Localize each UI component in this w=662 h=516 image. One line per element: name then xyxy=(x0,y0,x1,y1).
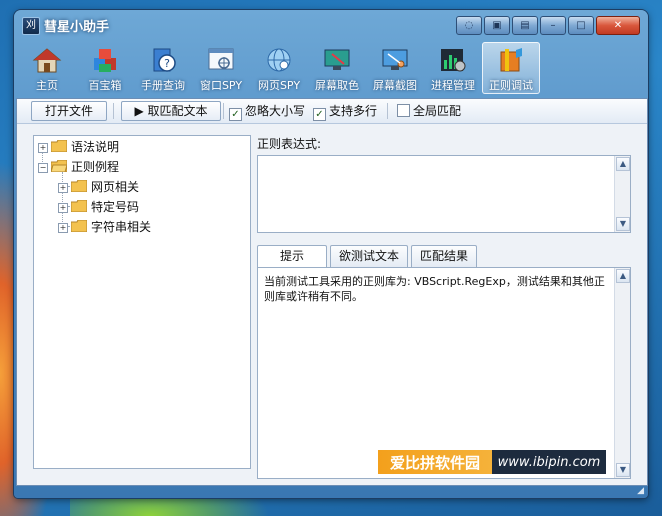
tree-node-label: 语法说明 xyxy=(71,140,120,154)
toolbar: 打开文件 ▶ 取匹配文本 ✓ 忽略大小写 ✓ 支持多行 全局匹配 xyxy=(17,99,647,124)
multiline-label: 支持多行 xyxy=(329,104,378,118)
window-controls: ◌ ▣ ▤ – □ ✕ xyxy=(454,16,640,35)
tree-node[interactable]: + 字符串相关 xyxy=(58,218,151,236)
home-icon xyxy=(32,48,62,73)
regex-scrollbar[interactable]: ▲ ▼ xyxy=(614,156,630,232)
tree-node[interactable]: + 网页相关 xyxy=(58,178,139,196)
folder-open-icon xyxy=(51,160,67,172)
maximize-icon[interactable]: □ xyxy=(568,16,594,35)
window-title: 彗星小助手 xyxy=(44,20,110,35)
tab-tips[interactable]: 提示 xyxy=(257,245,327,268)
tree-node-label: 字符串相关 xyxy=(91,220,152,234)
tab-match-result[interactable]: 匹配结果 xyxy=(411,245,478,267)
resize-grip-icon[interactable]: ◢ xyxy=(637,486,644,496)
title-bar[interactable]: 刈 彗星小助手 ◌ ▣ ▤ – □ ✕ xyxy=(14,10,648,40)
nav-item-home[interactable]: 主页 xyxy=(18,42,76,94)
tree-node-label: 正则例程 xyxy=(71,160,120,174)
process-icon xyxy=(441,49,466,72)
toolbar-separator xyxy=(387,103,388,119)
scroll-down-icon[interactable]: ▼ xyxy=(616,217,630,231)
tree-node-label: 网页相关 xyxy=(91,180,140,194)
tips-panel: 当前测试工具采用的正则库为: VBScript.RegExp，测试结果和其他正则… xyxy=(257,267,631,479)
nav-label-window-spy: 窗口SPY xyxy=(199,79,243,92)
collapse-icon[interactable]: − xyxy=(38,163,48,173)
nav-item-toolbox[interactable]: 百宝箱 xyxy=(76,42,134,94)
tree-node-label: 特定号码 xyxy=(91,200,140,214)
global-match-label: 全局匹配 xyxy=(413,104,462,118)
multiline-checkbox[interactable]: ✓ 支持多行 xyxy=(313,103,378,121)
nav-item-manual[interactable]: ? 手册查询 xyxy=(134,42,192,94)
client-area: 打开文件 ▶ 取匹配文本 ✓忽略大小写 ✓支持多行 全局匹配 +语法说明 xyxy=(16,98,648,486)
tips-scrollbar[interactable]: ▲ ▼ xyxy=(614,268,630,478)
main-nav: 主页 百宝箱 ? 手册查询 窗口SPY 网页SPY 屏幕取色 屏幕截图 进程管理… xyxy=(18,42,644,94)
manual-icon: ? xyxy=(153,48,176,72)
checkbox-box: ✓ xyxy=(229,108,242,121)
expand-icon[interactable]: + xyxy=(58,203,68,213)
nav-label-screenshot: 屏幕截图 xyxy=(373,79,417,92)
global-match-checkbox[interactable]: 全局匹配 xyxy=(397,103,461,119)
watermark-url: www.ibipin.com xyxy=(497,454,601,470)
menu-icon[interactable]: ▤ xyxy=(512,16,538,35)
nav-item-color-picker[interactable]: 屏幕取色 xyxy=(308,42,366,94)
nav-item-web-spy[interactable]: 网页SPY xyxy=(250,42,308,94)
window-spy-icon xyxy=(208,48,234,70)
close-icon[interactable]: ✕ xyxy=(596,16,640,35)
scroll-up-icon[interactable]: ▲ xyxy=(616,269,630,283)
regex-input[interactable]: ▲ ▼ xyxy=(257,155,631,233)
nav-item-regex[interactable]: 正则调试 xyxy=(482,42,540,94)
expand-icon[interactable]: + xyxy=(58,223,68,233)
tip-text: 当前测试工具采用的正则库为: VBScript.RegExp，测试结果和其他正则… xyxy=(264,275,605,303)
expand-icon[interactable]: + xyxy=(38,143,48,153)
main-window: 刈 彗星小助手 ◌ ▣ ▤ – □ ✕ 主页 百宝箱 ? 手册查询 窗口SPY … xyxy=(14,10,648,498)
nav-label-toolbox: 百宝箱 xyxy=(88,79,122,92)
status-bar: ◢ xyxy=(14,486,648,498)
folder-icon xyxy=(71,200,87,212)
web-spy-icon xyxy=(267,48,291,72)
nav-label-web-spy: 网页SPY xyxy=(257,79,301,92)
watermark-brand: 爱比拼软件园 xyxy=(389,453,480,472)
tree-node[interactable]: + 特定号码 xyxy=(58,198,139,216)
get-match-text-button[interactable]: ▶ 取匹配文本 xyxy=(121,101,221,121)
regex-icon xyxy=(500,48,522,72)
nav-label-manual: 手册查询 xyxy=(141,79,185,92)
nav-item-window-spy[interactable]: 窗口SPY xyxy=(192,42,250,94)
folder-icon xyxy=(71,180,87,192)
toolbar-separator xyxy=(113,103,114,119)
scroll-down-icon[interactable]: ▼ xyxy=(616,463,630,477)
app-icon: 刈 xyxy=(22,17,40,35)
expand-icon[interactable]: + xyxy=(58,183,68,193)
toolbox-icon xyxy=(94,49,116,72)
example-tree: + 语法说明 − 正则例程 + 网页相关 + 特定号码 + 字符串相关 xyxy=(33,135,251,469)
regex-label: 正则表达式: xyxy=(257,137,322,151)
tab-test-text[interactable]: 欲测试文本 xyxy=(330,245,409,267)
minimize-icon[interactable]: – xyxy=(540,16,566,35)
skin-icon[interactable]: ▣ xyxy=(484,16,510,35)
nav-item-screenshot[interactable]: 屏幕截图 xyxy=(366,42,424,94)
folder-icon xyxy=(51,140,67,152)
toolbar-separator xyxy=(223,103,224,119)
nav-label-process: 进程管理 xyxy=(431,79,475,92)
ignore-case-checkbox[interactable]: ✓ 忽略大小写 xyxy=(229,103,306,121)
scroll-up-icon[interactable]: ▲ xyxy=(616,157,630,171)
nav-label-color-picker: 屏幕取色 xyxy=(315,79,359,92)
tab-strip: 提示 欲测试文本 匹配结果 xyxy=(257,245,480,268)
svg-text:?: ? xyxy=(164,57,170,70)
folder-icon xyxy=(71,220,87,232)
nav-item-process[interactable]: 进程管理 xyxy=(424,42,482,94)
chat-icon[interactable]: ◌ xyxy=(456,16,482,35)
ignore-case-label: 忽略大小写 xyxy=(245,104,306,118)
open-file-button[interactable]: 打开文件 xyxy=(31,101,107,121)
checkbox-box: ✓ xyxy=(313,108,326,121)
checkbox-box xyxy=(397,104,410,117)
tree-node[interactable]: + 语法说明 xyxy=(38,138,119,156)
watermark: 爱比拼软件园 www.ibipin.com xyxy=(378,450,606,474)
tree-node[interactable]: − 正则例程 xyxy=(38,158,119,176)
screenshot-icon xyxy=(382,49,408,70)
nav-label-home: 主页 xyxy=(36,79,58,92)
nav-label-regex: 正则调试 xyxy=(489,79,533,92)
color-picker-icon xyxy=(324,49,350,70)
